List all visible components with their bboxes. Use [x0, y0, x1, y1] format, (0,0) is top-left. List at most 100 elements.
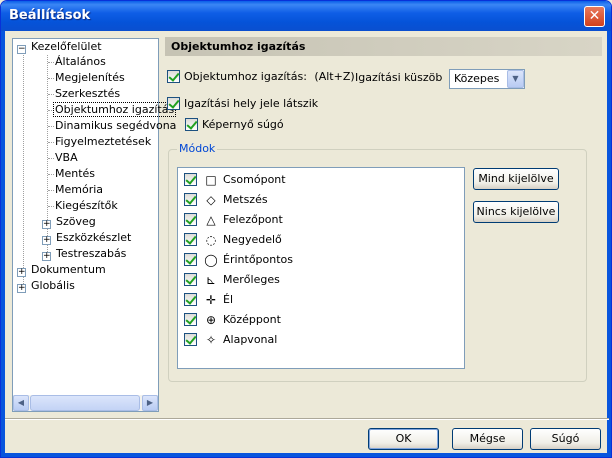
select-all-button[interactable]: Mind kijelölve [473, 168, 559, 190]
mode-check[interactable] [184, 313, 197, 326]
tree-item-label: Általános [55, 55, 106, 68]
expand-icon[interactable]: + [42, 236, 51, 245]
scroll-right-button[interactable]: ▶ [142, 395, 158, 411]
mode-item-kozeppont[interactable]: ⊕ Középpont [184, 311, 281, 329]
tree-item-altalanos[interactable]: Általános [53, 54, 108, 70]
title-bar[interactable]: Beállítások ✕ [1, 1, 611, 31]
mode-item-merolegs[interactable]: ⊾ Merőleges [184, 271, 280, 289]
intersection-icon: ◇ [206, 193, 216, 207]
mode-check[interactable] [184, 213, 197, 226]
help-button[interactable]: Súgó [530, 428, 601, 450]
close-button[interactable]: ✕ [584, 6, 605, 27]
settings-dialog: Beállítások ✕ − Kezelőfelület Általános M… [0, 0, 612, 458]
tree-item-dinamikus-segedvonal[interactable]: Dinamikus segédvona [53, 118, 178, 134]
tree-item-label: Testreszabás [56, 247, 127, 260]
mode-item-csomopont[interactable]: □ Csomópont [184, 171, 286, 189]
footer-separator [5, 418, 609, 420]
mode-check[interactable] [184, 233, 197, 246]
mode-check[interactable] [184, 173, 197, 186]
expand-icon[interactable]: + [17, 268, 26, 277]
mode-label: Középpont [223, 313, 281, 326]
ok-button[interactable]: OK [368, 428, 439, 450]
scroll-thumb[interactable] [30, 395, 140, 411]
tree-item-kezelofelulet[interactable]: − Kezelőfelület [17, 39, 104, 55]
mode-check[interactable] [184, 293, 197, 306]
mode-label: Él [223, 293, 234, 306]
snap-enabled-check[interactable] [167, 70, 180, 83]
cancel-button[interactable]: Mégse [452, 428, 523, 450]
expand-icon[interactable]: + [17, 284, 26, 293]
mode-check[interactable] [184, 253, 197, 266]
collapse-icon[interactable]: − [17, 45, 26, 54]
tree-horizontal-scrollbar[interactable]: ◀ ▶ [13, 395, 158, 411]
tree-item-label: Objektumhoz igazítás [53, 102, 177, 117]
settings-tree[interactable]: − Kezelőfelület Általános Megjelenítés Sz… [12, 38, 176, 412]
mode-label: Csomópont [223, 173, 286, 186]
tree-item-label: Dinamikus segédvona [55, 119, 177, 132]
tree-item-label: Szöveg [56, 215, 96, 228]
tree-item-figyelmeztetesek[interactable]: Figyelmeztetések [53, 134, 153, 150]
tree-item-label: Memória [55, 183, 104, 196]
tree-item-megjelenites[interactable]: Megjelenítés [53, 70, 127, 86]
threshold-value: Közepes [454, 72, 500, 85]
tree-item-eszkozkeszlet[interactable]: + Eszközkészlet [42, 230, 133, 246]
tooltip-checkbox[interactable]: Képernyő súgó [185, 117, 284, 133]
tree-connector [23, 53, 24, 286]
scroll-left-button[interactable]: ◀ [13, 395, 29, 411]
tree-item-label: Mentés [55, 167, 96, 180]
panel-header: Objektumhoz igazítás [165, 37, 602, 56]
tree-item-testreszabas[interactable]: + Testreszabás [42, 246, 128, 262]
tree-item-label: VBA [55, 151, 78, 164]
expand-icon[interactable]: + [42, 252, 51, 261]
tree-item-label: Szerkesztés [55, 87, 121, 100]
mode-label: Negyedelő [223, 233, 282, 246]
window-frame-bottom [1, 453, 611, 457]
mode-item-metszes[interactable]: ◇ Metszés [184, 191, 268, 209]
mode-label: Felezőpont [223, 213, 283, 226]
modes-legend: Módok [177, 142, 218, 155]
window-frame-left [1, 31, 5, 457]
snap-shortcut-label: (Alt+Z) [314, 70, 355, 83]
mode-check[interactable] [184, 273, 197, 286]
mode-item-el[interactable]: ✛ Él [184, 291, 233, 309]
tree-item-szoveg[interactable]: + Szöveg [42, 214, 98, 230]
tree-item-label: Kezelőfelület [31, 40, 102, 53]
expand-icon[interactable]: + [42, 220, 51, 229]
mode-item-alapvonal[interactable]: ✧ Alapvonal [184, 331, 277, 349]
threshold-select[interactable]: Közepes ▼ [449, 69, 525, 89]
mode-check[interactable] [184, 333, 197, 346]
quadrant-icon: ◌ [205, 233, 217, 247]
mode-label: Metszés [223, 193, 268, 206]
mode-item-felezopont[interactable]: △ Felezőpont [184, 211, 283, 229]
tree-item-label: Figyelmeztetések [55, 135, 152, 148]
tree-item-objektumhoz-igazitas[interactable]: Objektumhoz igazítás [53, 102, 177, 118]
baseline-icon: ✧ [205, 333, 217, 347]
mode-item-erintopontos[interactable]: ◯ Érintőpontos [184, 251, 293, 269]
chevron-down-icon[interactable]: ▼ [507, 70, 524, 88]
mode-label: Érintőpontos [223, 253, 294, 266]
snap-enabled-checkbox[interactable]: Objektumhoz igazítás: (Alt+Z) [167, 69, 355, 85]
tree-item-label: Eszközkészlet [56, 231, 132, 244]
show-marker-checkbox[interactable]: Igazítási hely jele látszik [167, 96, 318, 112]
tree-item-vba[interactable]: VBA [53, 150, 80, 166]
tooltip-check[interactable] [185, 118, 198, 131]
edge-icon: ✛ [205, 293, 217, 307]
show-marker-check[interactable] [167, 97, 180, 110]
arrow-right-icon: ▶ [146, 398, 154, 407]
modes-list[interactable]: □ Csomópont ◇ Metszés △ Felezőpont ◌ Negyede… [177, 167, 465, 369]
select-none-button[interactable]: Nincs kijelölve [473, 201, 559, 223]
tree-item-label: Dokumentum [31, 263, 106, 276]
tree-item-globalis[interactable]: + Globális [17, 278, 77, 294]
tooltip-label: Képernyő súgó [202, 118, 284, 131]
tree-item-mentes[interactable]: Mentés [53, 166, 97, 182]
tree-item-dokumentum[interactable]: + Dokumentum [17, 262, 108, 278]
tree-item-kiegeszitok[interactable]: Kiegészítők [53, 198, 120, 214]
tree-item-memoria[interactable]: Memória [53, 182, 105, 198]
node-icon: □ [205, 173, 217, 187]
arrow-left-icon: ◀ [17, 398, 25, 407]
tree-item-szerkesztes[interactable]: Szerkesztés [53, 86, 122, 102]
window-frame-right [607, 31, 611, 457]
mode-item-negyedelo[interactable]: ◌ Negyedelő [184, 231, 282, 249]
snap-enabled-label: Objektumhoz igazítás: [184, 70, 307, 83]
mode-check[interactable] [184, 193, 197, 206]
